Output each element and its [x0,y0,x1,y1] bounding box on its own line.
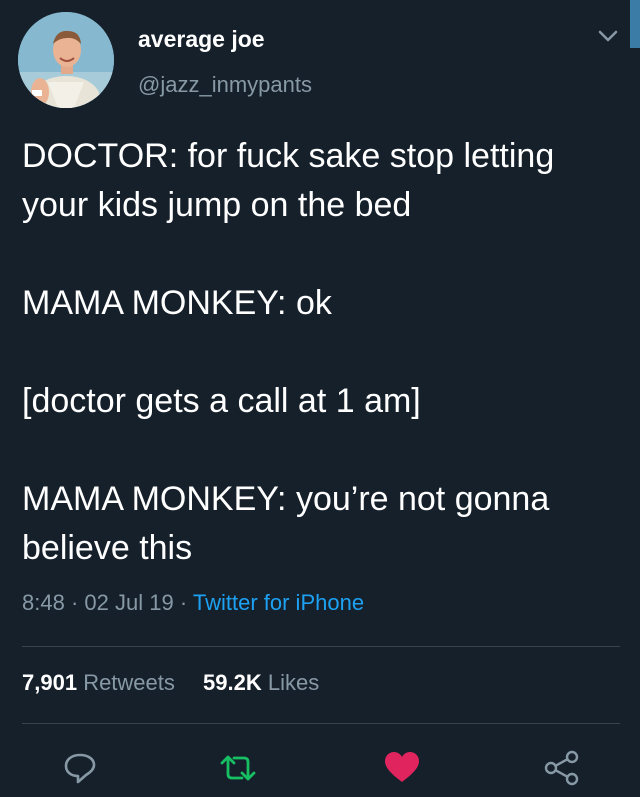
tweet-line: DOCTOR: for fuck sake stop letting your … [22,137,555,224]
tweet-header: average joe @jazz_inmypants [0,0,640,120]
tweet-stats: 7,901 Retweets 59.2K Likes [22,670,341,696]
tweet-time: 8:48 [22,590,65,615]
avatar[interactable] [18,12,114,108]
divider [22,723,620,724]
scrollbar-thumb[interactable] [630,0,640,48]
retweets-count: 7,901 [22,670,78,695]
share-icon[interactable] [542,748,582,788]
divider [22,646,620,647]
avatar-image [18,12,114,108]
tweet-line: [doctor gets a call at 1 am] [22,382,421,420]
tweet-line: MAMA MONKEY: ok [22,284,332,322]
tweet-source-link[interactable]: Twitter for iPhone [193,590,364,615]
meta-separator: · [70,590,79,615]
likes-count: 59.2K [203,670,262,695]
heart-icon[interactable] [382,748,422,788]
tweet-line: MAMA MONKEY: you’re not gonna believe th… [22,480,550,567]
user-handle[interactable]: @jazz_inmypants [138,72,312,98]
retweets-stat[interactable]: 7,901 Retweets [22,670,175,695]
display-name[interactable]: average joe [138,26,265,53]
retweets-label: Retweets [83,670,175,695]
tweet-text: DOCTOR: for fuck sake stop letting your … [22,132,622,573]
tweet-date: 02 Jul 19 [84,590,174,615]
meta-separator: · [179,590,188,615]
likes-label: Likes [267,670,320,695]
retweet-icon[interactable] [218,748,258,788]
action-bar [0,740,640,797]
chevron-down-icon[interactable] [597,28,619,44]
likes-stat[interactable]: 59.2K Likes [203,670,319,695]
reply-icon[interactable] [60,748,100,788]
tweet-meta: 8:48 · 02 Jul 19 · Twitter for iPhone [22,590,364,616]
